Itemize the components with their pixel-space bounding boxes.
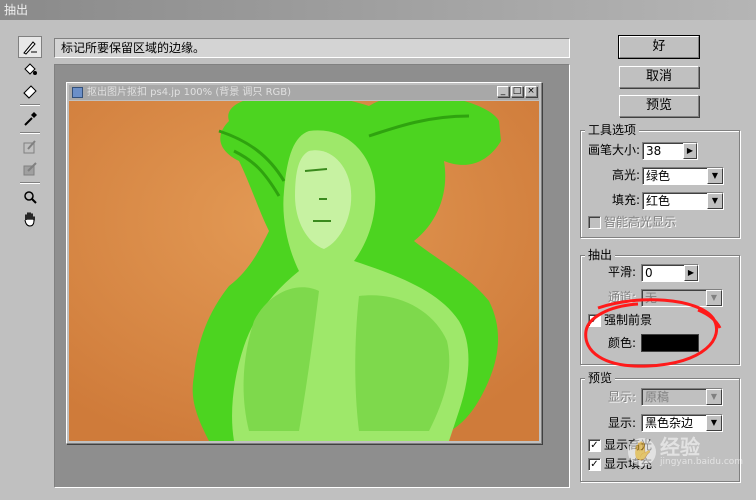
highlighted-photo (69, 101, 539, 441)
fill-select[interactable]: 红色 ▼ (642, 192, 724, 210)
highlight-value: 绿色 (646, 169, 671, 183)
window-title: 抽出 (0, 0, 756, 20)
smooth-arrow-icon[interactable]: ▶ (684, 265, 698, 281)
document-title-bar: 抠出图片抠扣 ps4.jp 100% (背景 调只 RGB) (69, 85, 539, 100)
edge-highlighter-icon[interactable] (18, 36, 42, 58)
show-value-2: 黑色杂边 (645, 416, 694, 430)
chevron-down-icon[interactable]: ▼ (706, 290, 722, 306)
image-canvas[interactable] (69, 101, 539, 441)
brush-size-arrow-icon[interactable]: ▶ (683, 143, 697, 159)
fill-bucket-icon[interactable] (18, 58, 42, 80)
highlight-label: 高光: (611, 168, 640, 182)
document-title: 抠出图片抠扣 ps4.jp 100% (背景 调只 RGB) (87, 87, 292, 98)
document-window: 抠出图片抠扣 ps4.jp 100% (背景 调只 RGB) _ □ × (66, 82, 542, 444)
smart-highlight-label: 智能高光显示 (604, 215, 677, 229)
show-label-2: 显示: (607, 416, 636, 430)
cancel-button[interactable]: 取消 (619, 66, 699, 88)
maximize-button[interactable]: □ (511, 86, 523, 97)
smart-highlight-checkbox[interactable] (588, 216, 601, 229)
edge-touchup-icon[interactable] (18, 158, 42, 180)
show-highlight-label: 显示高光 (604, 438, 653, 452)
smooth-field[interactable]: 0 ▶ (641, 264, 699, 282)
preview-title: 预览 (585, 371, 616, 385)
zoom-icon[interactable] (18, 186, 42, 208)
chevron-down-icon[interactable]: ▼ (706, 389, 722, 405)
channel-label: 通道: (607, 290, 636, 304)
hand-icon[interactable] (18, 208, 42, 230)
smooth-label: 平滑: (607, 265, 636, 279)
hint-text: 标记所要保留区域的边缘。 (54, 38, 570, 58)
eyedropper-icon[interactable] (18, 108, 42, 130)
chevron-down-icon[interactable]: ▼ (707, 193, 723, 209)
show-fill-label: 显示填充 (604, 457, 653, 471)
channel-value: 无 (645, 291, 658, 305)
smooth-value: 0 (645, 266, 653, 280)
fill-label: 填充: (611, 193, 640, 207)
brush-size-label: 画笔大小: (587, 143, 640, 157)
fill-value: 红色 (646, 194, 671, 208)
minimize-button[interactable]: _ (497, 86, 509, 97)
chevron-down-icon[interactable]: ▼ (707, 168, 723, 184)
show-select-2[interactable]: 黑色杂边 ▼ (641, 414, 723, 432)
show-fill-checkbox[interactable]: ✓ (588, 458, 601, 471)
force-foreground-label: 强制前景 (604, 313, 653, 327)
brush-size-value: 38 (646, 144, 662, 158)
show-value-1: 原稿 (645, 390, 670, 404)
show-label-1: 显示: (607, 390, 636, 404)
highlight-select[interactable]: 绿色 ▼ (642, 167, 724, 185)
color-label: 颜色: (607, 336, 636, 350)
eraser-icon[interactable] (18, 80, 42, 102)
show-highlight-checkbox[interactable]: ✓ (588, 439, 601, 452)
cleanup-tool-icon[interactable] (18, 136, 42, 158)
force-foreground-checkbox[interactable]: ✓ (588, 314, 601, 327)
preview-button[interactable]: 预览 (619, 95, 699, 117)
foreground-color-swatch[interactable] (641, 334, 699, 352)
close-button[interactable]: × (525, 86, 537, 97)
show-select-1[interactable]: 原稿 ▼ (641, 388, 723, 406)
ok-button[interactable]: 好 (618, 35, 700, 59)
extraction-title: 抽出 (585, 248, 616, 262)
brush-size-field[interactable]: 38 ▶ (642, 142, 698, 160)
tool-options-title: 工具选项 (585, 123, 640, 137)
channel-select[interactable]: 无 ▼ (641, 289, 723, 307)
document-app-icon (72, 87, 83, 98)
chevron-down-icon[interactable]: ▼ (706, 415, 722, 431)
